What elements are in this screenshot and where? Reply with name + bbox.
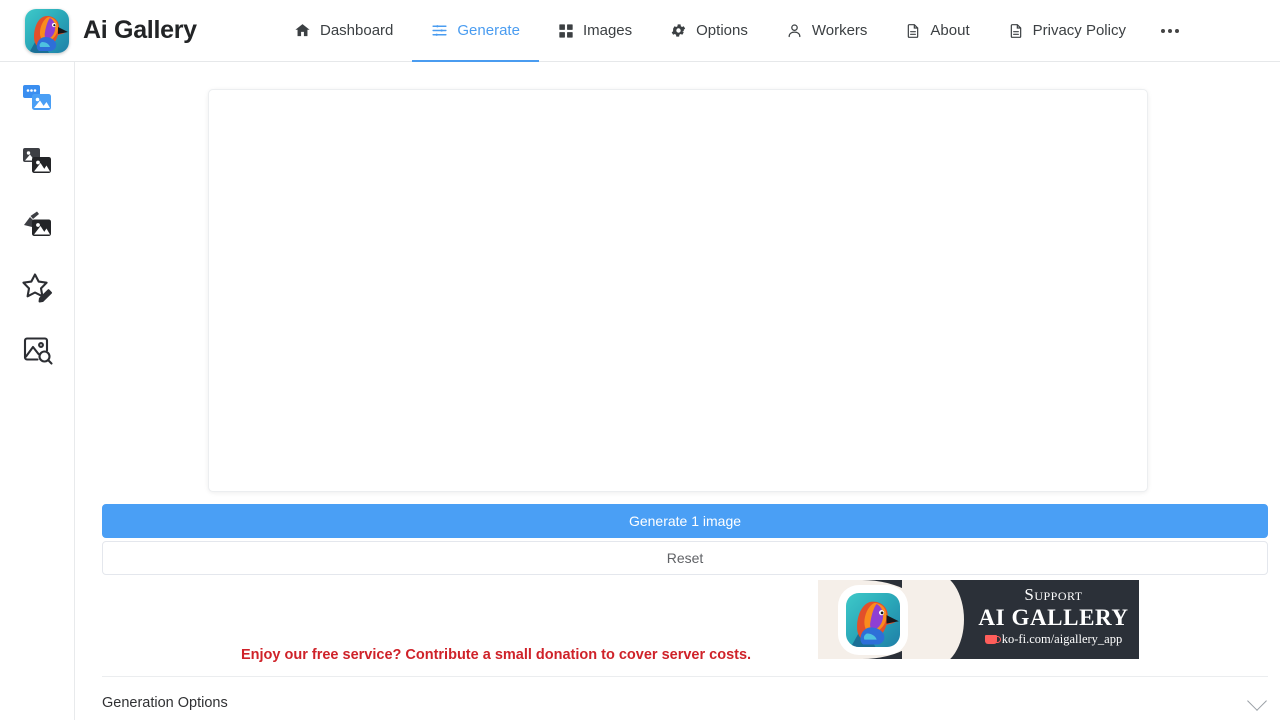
kofi-url-row: ko-fi.com/aigallery_app [968,632,1139,647]
nav-item-generate[interactable]: Generate [412,0,539,62]
app-title: Ai Gallery [83,16,197,44]
nav-item-label: Privacy Policy [1032,22,1126,39]
main-nav: Dashboard Generate Images Options Worker… [275,0,1195,62]
kofi-support-label: Support [1024,585,1083,604]
sidebar-item-image-search[interactable] [15,330,59,374]
ellipsis-icon [1160,28,1179,33]
nav-item-dashboard[interactable]: Dashboard [275,0,412,62]
chevron-down-icon[interactable] [1247,690,1267,711]
nav-item-options[interactable]: Options [651,0,767,62]
sidebar-item-text-to-image[interactable] [15,78,59,122]
nav-item-label: Dashboard [320,22,394,39]
image-edit-icon [21,208,53,245]
nav-item-label: Workers [811,22,868,39]
generation-options-header[interactable]: Generation Options [102,677,1268,720]
sidebar-item-rating[interactable] [15,267,59,311]
kofi-url-label: ko-fi.com/aigallery_app [1001,632,1123,646]
nav-item-about[interactable]: About [886,0,988,62]
main-content: Generate 1 image Reset Enjoy our free se… [75,62,1280,720]
parrot-logo-icon [25,8,69,53]
kofi-cup-icon [984,635,1001,644]
grid-icon [558,23,574,39]
brand[interactable]: Ai Gallery [0,8,275,53]
nav-more-button[interactable] [1145,0,1195,62]
sidebar-item-inpainting[interactable] [15,204,59,248]
document-icon [1008,23,1024,39]
body-wrapper: Generate 1 image Reset Enjoy our free se… [0,62,1280,720]
gear-icon [670,22,687,39]
generation-options-label: Generation Options [102,695,228,711]
donation-message: Enjoy our free service? Contribute a sma… [241,647,752,663]
home-icon [294,22,311,39]
nav-item-label: Options [696,22,748,39]
app-header: Ai Gallery Dashboard Generate Images Opt… [0,0,1280,62]
sliders-icon [431,22,448,39]
user-icon [786,22,803,39]
reset-button[interactable]: Reset [102,541,1268,575]
kofi-banner[interactable]: Support Ai Gallery ko-fi.com/aigallery_a… [818,580,1139,659]
image-search-icon [21,334,53,371]
nav-item-label: About [930,22,970,39]
kofi-brand-label: Ai Gallery [978,605,1129,630]
star-edit-icon [21,271,53,308]
generate-button[interactable]: Generate 1 image [102,504,1268,538]
document-icon [905,23,921,39]
donation-section: Enjoy our free service? Contribute a sma… [102,580,1268,676]
mode-sidebar [0,62,75,720]
kofi-banner-blob [902,580,964,659]
image-to-image-icon [21,145,53,182]
nav-item-images[interactable]: Images [539,0,651,62]
kofi-parrot-logo-icon [846,593,900,647]
nav-item-label: Images [582,22,633,39]
nav-item-workers[interactable]: Workers [767,0,887,62]
sidebar-item-image-to-image[interactable] [15,141,59,185]
nav-item-privacy-policy[interactable]: Privacy Policy [989,0,1145,62]
text-to-image-icon [21,82,53,119]
image-preview-canvas[interactable] [207,89,1148,492]
nav-item-label: Generate [457,22,520,39]
kofi-banner-text: Support Ai Gallery ko-fi.com/aigallery_a… [968,580,1139,659]
